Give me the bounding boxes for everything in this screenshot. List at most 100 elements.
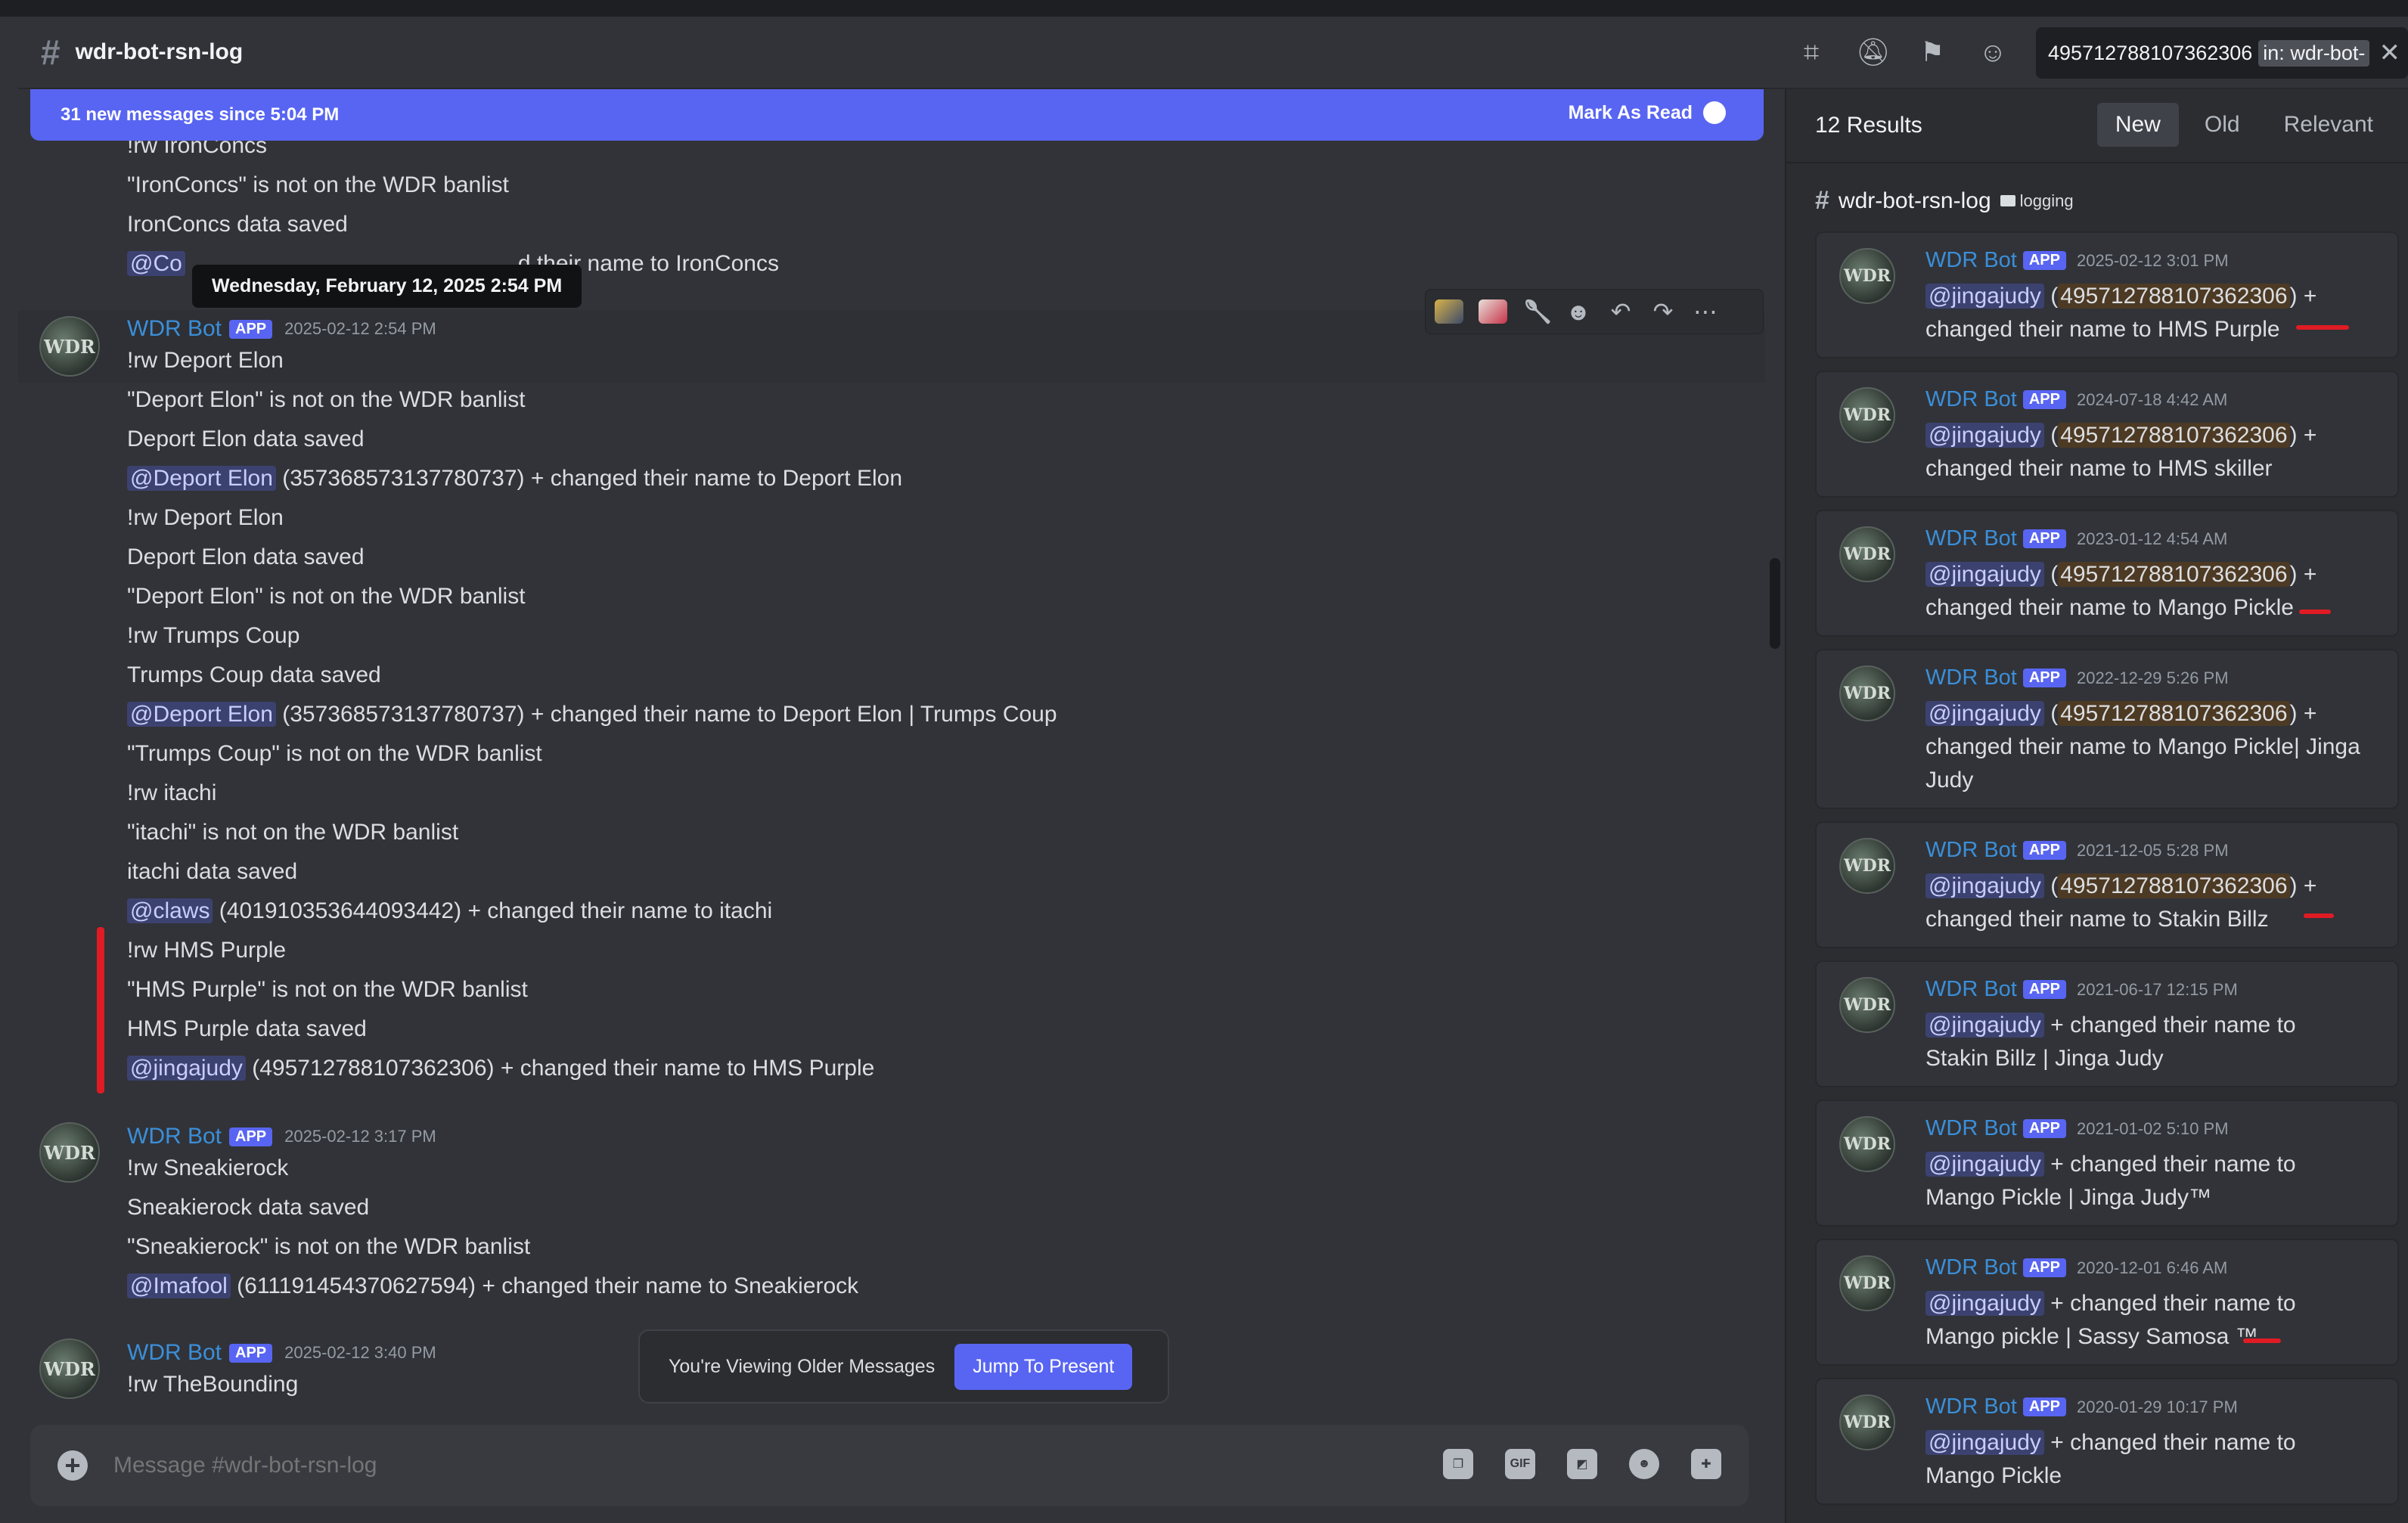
avatar[interactable]: WDR [1839,665,1895,721]
highlighted-id: 495712788107362306 [2058,701,2290,726]
user-mention[interactable]: @Deport Elon [127,702,276,727]
search-result[interactable]: WDR WDR Bot APP 2021-12-05 5:28 PM @jingajud… [1815,821,2399,948]
message-timestamp[interactable]: 2025-02-12 2:54 PM [284,319,436,339]
composer-toolbar: ❐ GIF ◩ ☻ ✚ [1443,1449,1721,1479]
author-name[interactable]: WDR Bot [127,1124,222,1149]
channel-title: wdr-bot-rsn-log [75,39,244,64]
user-mention[interactable]: @jingajudy [1925,1013,2044,1038]
avatar[interactable]: WDR [1839,526,1895,582]
app-badge: APP [2022,529,2066,548]
author-name[interactable]: WDR Bot [127,316,222,342]
search-result[interactable]: WDR WDR Bot APP 2021-01-02 5:10 PM @jingajud… [1815,1100,2399,1227]
result-timestamp: 2020-12-01 6:46 AM [2076,1258,2228,1277]
user-mention[interactable]: @jingajudy [1925,423,2044,448]
threads-icon[interactable]: ⌗ [1795,36,1827,68]
new-messages-text: 31 new messages since 5:04 PM [61,104,340,125]
user-mention[interactable]: @jingajudy [1925,1291,2044,1316]
author-name[interactable]: WDR Bot [1925,1394,2017,1419]
tab-old[interactable]: Old [2186,103,2258,147]
add-attachment-icon[interactable]: + [57,1450,88,1481]
add-reaction-icon[interactable]: ☻ [1565,298,1592,326]
mark-read-icon [1703,101,1726,124]
message-line: !rw itachi [127,780,217,805]
avatar[interactable]: WDR [1839,977,1895,1033]
search-result[interactable]: WDR WDR Bot APP 2021-06-17 12:15 PM @jingaju… [1815,960,2399,1087]
message-timestamp[interactable]: 2025-02-12 3:17 PM [284,1127,436,1146]
channel-hash-icon: # [1815,186,1829,215]
user-mention[interactable]: @jingajudy [127,1056,246,1081]
author-name[interactable]: WDR Bot [1925,1116,2017,1141]
emoji-icon[interactable]: ☻ [1629,1449,1659,1479]
sticker-icon[interactable]: ◩ [1567,1449,1597,1479]
members-icon[interactable]: ☺ [1977,36,2009,68]
reaction-emoji-2-icon[interactable] [1479,299,1507,324]
user-mention[interactable]: @claws [127,898,213,923]
author-name[interactable]: WDR Bot [1925,977,2017,1002]
avatar[interactable]: WDR [39,316,100,377]
author-name[interactable]: WDR Bot [1925,1255,2017,1280]
avatar[interactable]: WDR [39,1122,100,1183]
avatar[interactable]: WDR [1839,838,1895,894]
search-result[interactable]: WDR WDR Bot APP 2022-12-29 5:26 PM @jingajud… [1815,649,2399,809]
new-messages-bar[interactable]: 31 new messages since 5:04 PM Mark As Re… [30,89,1764,141]
author-name[interactable]: WDR Bot [1925,248,2017,273]
result-header: WDR Bot APP 2020-12-01 6:46 AM [1925,1255,2227,1280]
chat-area[interactable]: 31 new messages since 5:04 PM Mark As Re… [18,89,1785,1523]
mark-as-read-label: Mark As Read [1568,101,1693,123]
user-mention[interactable]: @jingajudy [1925,873,2044,898]
folder-icon [2000,195,2015,206]
tab-new[interactable]: New [2096,103,2179,147]
user-mention[interactable]: @jingajudy [1925,1430,2044,1455]
highlighted-id: 495712788107362306 [2058,873,2290,898]
close-icon[interactable]: ✕ [2379,38,2401,68]
user-mention[interactable]: @jingajudy [1925,701,2044,726]
gif-icon[interactable]: GIF [1505,1449,1535,1479]
reaction-emoji-3-icon[interactable]: 🥄︎ [1522,297,1553,326]
tab-relevant[interactable]: Relevant [2266,103,2391,147]
search-input[interactable]: 495712788107362306 in: wdr-bot- ✕ [2036,27,2408,79]
mute-bell-icon[interactable]: 🔕︎ [1856,36,1891,68]
avatar[interactable]: WDR [39,1338,100,1399]
user-mention[interactable]: @jingajudy [1925,1152,2044,1177]
avatar[interactable]: WDR [1839,248,1895,304]
chat-scrollbar[interactable] [1770,558,1780,649]
search-result[interactable]: WDR WDR Bot APP 2020-01-29 10:17 PM @jingaju… [1815,1378,2399,1505]
user-mention[interactable]: @jingajudy [1925,562,2044,587]
gamepad-icon[interactable]: ✚ [1691,1449,1721,1479]
avatar[interactable]: WDR [1839,1116,1895,1172]
author-name[interactable]: WDR Bot [1925,665,2017,690]
result-channel-heading[interactable]: # wdr-bot-rsn-log logging [1815,186,2074,216]
reaction-emoji-1-icon[interactable] [1435,299,1463,324]
search-result[interactable]: WDR WDR Bot APP 2023-01-12 4:54 AM @jingajud… [1815,510,2399,637]
message-line: @Deport Elon (357368573137780737) + chan… [127,700,1057,729]
author-name[interactable]: WDR Bot [127,1340,222,1366]
red-annotation-mark [97,927,104,1093]
author-name[interactable]: WDR Bot [1925,526,2017,551]
search-result[interactable]: WDR WDR Bot APP 2020-12-01 6:46 AM @jingajud… [1815,1239,2399,1366]
sort-tabs: New Old Relevant [2096,103,2391,147]
gift-icon[interactable]: ❐ [1443,1449,1473,1479]
search-filter-chip[interactable]: in: wdr-bot- [2258,39,2370,67]
pin-icon[interactable]: ⚑ [1916,36,1948,68]
avatar[interactable]: WDR [1839,1394,1895,1450]
author-name[interactable]: WDR Bot [1925,387,2017,412]
search-result[interactable]: WDR WDR Bot APP 2025-02-12 3:01 PM @jingajud… [1815,231,2399,358]
reply-icon[interactable]: ↶ [1607,297,1634,326]
mark-as-read-button[interactable]: Mark As Read [1569,101,1726,124]
search-result[interactable]: WDR WDR Bot APP 2024-07-18 4:42 AM @jingajud… [1815,371,2399,498]
message-timestamp[interactable]: 2025-02-12 3:40 PM [284,1343,436,1363]
message-line: Deport Elon data saved [127,544,365,569]
avatar[interactable]: WDR [1839,1255,1895,1311]
message-input[interactable] [113,1453,1399,1478]
user-mention[interactable]: @jingajudy [1925,284,2044,309]
more-options-icon[interactable]: ⋯ [1692,297,1719,326]
jump-to-present-button[interactable]: Jump To Present [954,1343,1133,1390]
user-mention[interactable]: @Imafool [127,1273,231,1298]
avatar[interactable]: WDR [1839,387,1895,443]
user-mention[interactable]: @Co [127,251,185,276]
author-name[interactable]: WDR Bot [1925,838,2017,863]
forward-icon[interactable]: ↷ [1649,297,1677,326]
app-badge: APP [2022,841,2066,860]
result-text: @jingajudy + changed their name to Stakin… [1925,1013,2296,1071]
user-mention[interactable]: @Deport Elon [127,466,276,491]
